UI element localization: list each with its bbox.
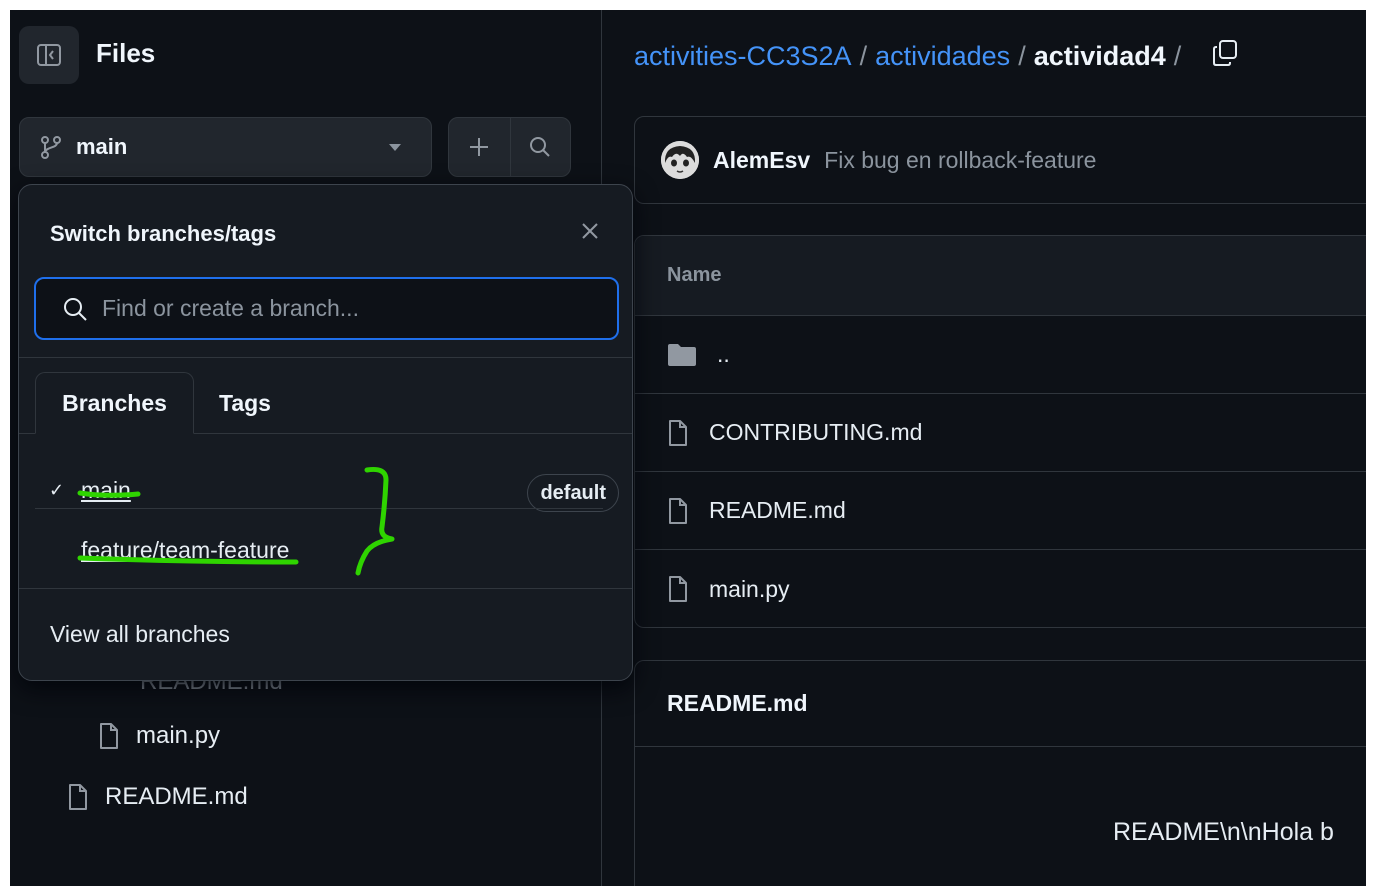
tree-item-readme[interactable]: README.md	[67, 783, 248, 811]
file-row[interactable]: README.md	[635, 472, 1366, 550]
file-name: README.md	[709, 497, 846, 523]
file-table-header: Name	[635, 236, 1366, 316]
branch-selector-button[interactable]: main	[19, 117, 432, 177]
collapse-sidebar-button[interactable]	[19, 26, 79, 84]
close-icon	[582, 223, 598, 239]
current-branch-label: main	[76, 134, 128, 159]
tab-tags[interactable]: Tags	[219, 372, 271, 434]
view-all-branches-link[interactable]: View all branches	[50, 621, 230, 648]
divider	[35, 508, 603, 509]
breadcrumb-separator: /	[859, 41, 868, 71]
branch-switcher-dropdown: Switch branches/tags Branches Tags ✓ mai…	[18, 184, 633, 681]
search-icon	[64, 297, 87, 321]
readme-panel: README.md README\n\nHola b	[634, 660, 1366, 886]
tree-item-label: README.md	[105, 783, 248, 810]
tree-item-label: main.py	[136, 722, 221, 749]
commit-message[interactable]: Fix bug en rollback-feature	[824, 147, 1096, 174]
divider	[19, 357, 632, 358]
file-icon	[669, 419, 687, 446]
tree-item-main-py[interactable]: main.py	[98, 722, 220, 750]
branch-name: feature/team-feature	[81, 537, 290, 563]
branch-item-main[interactable]: ✓ main default	[35, 474, 619, 512]
search-icon	[530, 137, 550, 157]
readme-title[interactable]: README.md	[635, 661, 1366, 747]
breadcrumb-current: actividad4	[1033, 41, 1166, 71]
branch-item-feature[interactable]: feature/team-feature	[35, 537, 619, 564]
file-table: Name .. CONTRIBUTING.md README.md main.p…	[634, 235, 1366, 628]
branch-search-input[interactable]	[102, 295, 602, 322]
copy-path-button[interactable]	[1211, 38, 1239, 75]
add-file-button[interactable]	[449, 118, 510, 176]
commit-author[interactable]: AlemEsv	[713, 147, 810, 174]
file-icon	[69, 784, 87, 810]
close-button[interactable]	[580, 221, 600, 241]
branch-name: main	[81, 477, 131, 503]
app-frame: Files main README.md main.py README.md S…	[10, 10, 1366, 886]
breadcrumb-separator: /	[1173, 41, 1182, 71]
file-icon	[100, 723, 118, 749]
sidebar-collapse-icon	[37, 44, 61, 66]
chevron-down-icon	[389, 144, 401, 151]
avatar[interactable]	[661, 141, 699, 179]
readme-content: README\n\nHola b	[1113, 818, 1334, 846]
latest-commit-box: AlemEsv Fix bug en rollback-feature	[634, 116, 1366, 204]
breadcrumb: activities-CC3S2A / actividades / activi…	[634, 38, 1239, 75]
copy-icon	[1213, 40, 1238, 66]
dropdown-title: Switch branches/tags	[50, 221, 277, 246]
git-branch-icon	[41, 136, 61, 159]
file-icon	[669, 576, 687, 602]
tab-branches[interactable]: Branches	[35, 372, 194, 434]
sidebar-title: Files	[96, 38, 156, 68]
breadcrumb-repo-link[interactable]: activities-CC3S2A	[634, 41, 852, 72]
default-badge: default	[527, 474, 619, 512]
avatar-image	[661, 141, 699, 179]
tree-actions	[448, 117, 571, 177]
ref-tabs: Branches Tags	[19, 372, 632, 434]
file-row-parent-dir[interactable]: ..	[635, 316, 1366, 394]
check-icon: ✓	[49, 480, 65, 500]
search-files-button[interactable]	[509, 118, 571, 176]
branch-search-field	[34, 277, 619, 340]
file-name: CONTRIBUTING.md	[709, 419, 923, 445]
file-icon	[669, 497, 687, 524]
plus-icon	[470, 138, 489, 156]
file-row[interactable]: main.py	[635, 550, 1366, 627]
file-name: ..	[717, 341, 730, 367]
file-row[interactable]: CONTRIBUTING.md	[635, 394, 1366, 472]
folder-icon	[668, 343, 696, 366]
breadcrumb-folder-link[interactable]: actividades	[875, 41, 1010, 72]
breadcrumb-separator: /	[1018, 41, 1026, 71]
file-name: main.py	[709, 575, 790, 602]
divider	[19, 588, 632, 589]
